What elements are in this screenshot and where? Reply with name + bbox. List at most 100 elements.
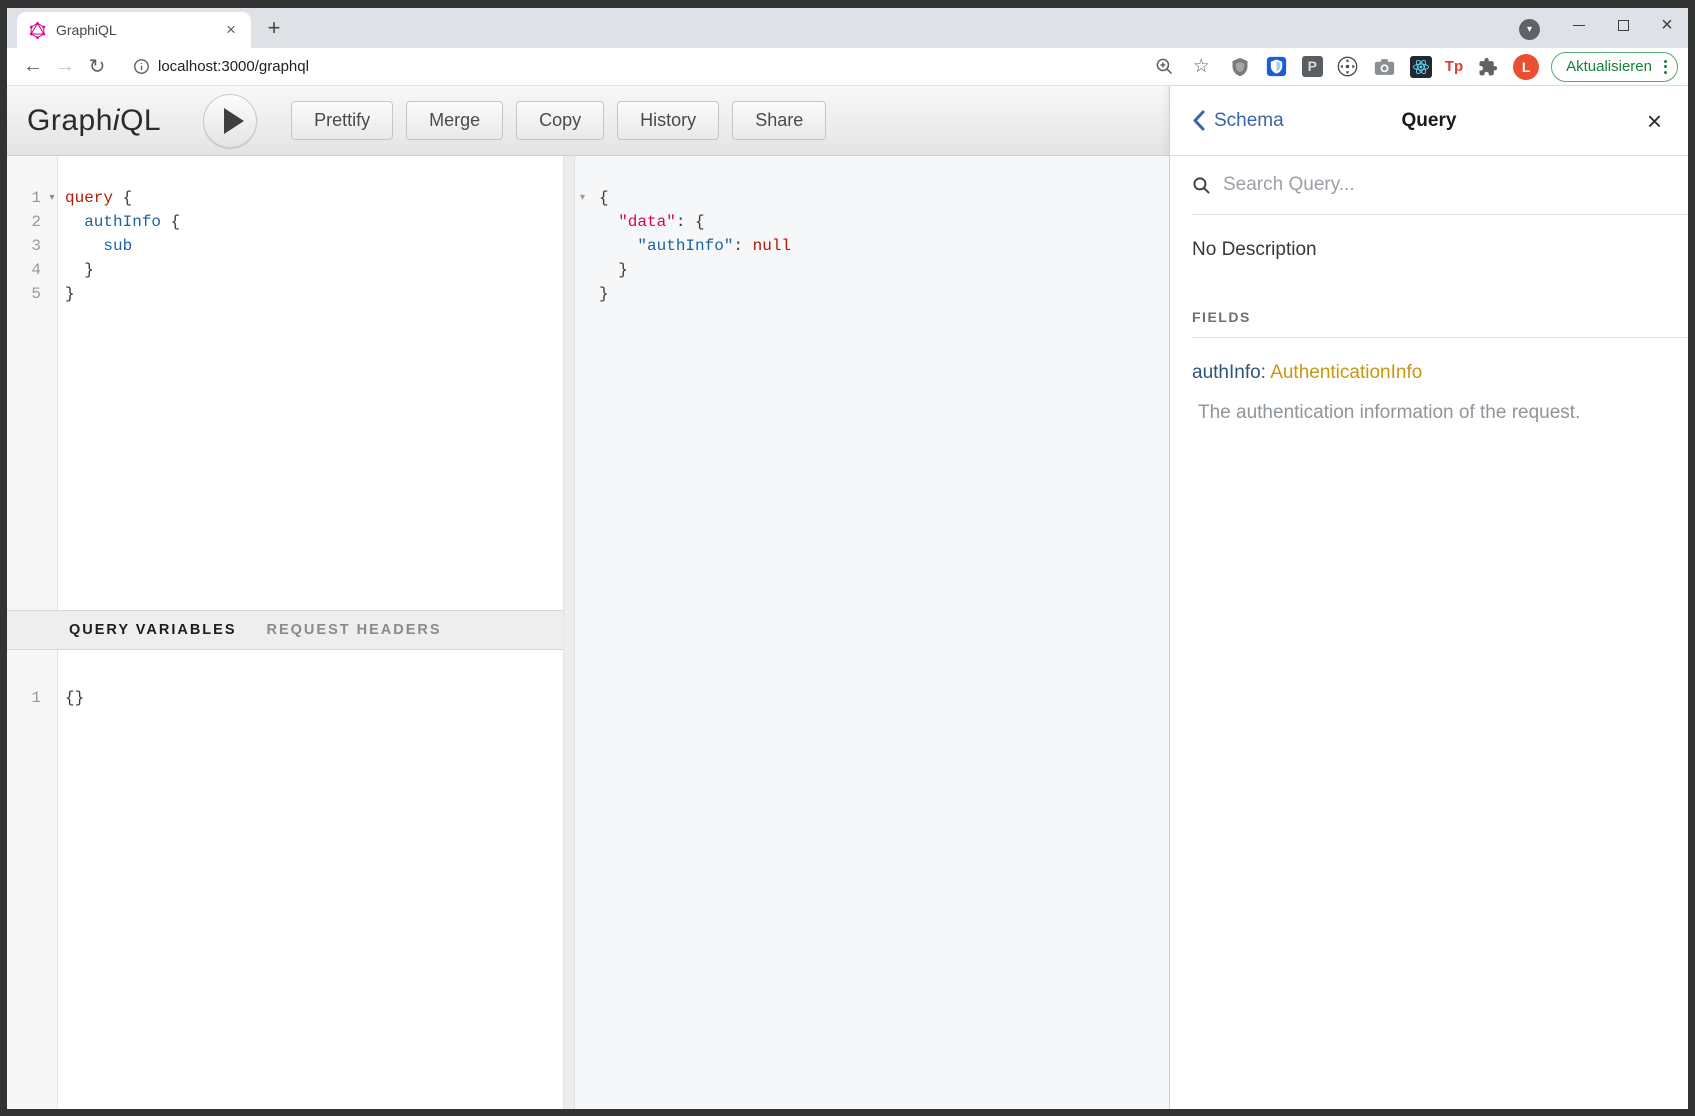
code-line: } (575, 282, 1169, 306)
play-icon (224, 108, 244, 134)
code-line: "data": { (575, 210, 1169, 234)
fold-gutter (41, 258, 63, 282)
code-line: 3 sub (7, 234, 563, 258)
tab-query-variables[interactable]: QUERY VARIABLES (69, 622, 237, 638)
field-name-link[interactable]: authInfo (1192, 362, 1261, 383)
prettify-button[interactable]: Prettify (291, 101, 393, 140)
field-description: The authentication information of the re… (1192, 402, 1666, 424)
extensions-area: P (1228, 54, 1539, 80)
type-description: No Description (1192, 239, 1666, 261)
tp-extension-icon[interactable]: Tp (1445, 58, 1463, 75)
history-button[interactable]: History (617, 101, 719, 140)
p-extension-icon[interactable]: P (1302, 56, 1323, 77)
graphql-favicon-icon (29, 22, 46, 39)
update-browser-button[interactable]: Aktualisieren (1551, 52, 1678, 82)
code-line: { (575, 186, 1169, 210)
fold-gutter (41, 210, 63, 234)
bookmark-star-icon[interactable]: ☆ (1193, 55, 1210, 78)
window-close-button[interactable]: × (1652, 11, 1682, 39)
reload-icon[interactable]: ↻ (81, 54, 113, 79)
line-number: 2 (7, 210, 41, 234)
browser-chrome: GraphiQL × + ▾ × ← → ↻ localh (7, 8, 1688, 1109)
doc-explorer: Schema Query × No Description FIELDS (1169, 86, 1688, 1109)
line-number: 3 (7, 234, 41, 258)
doc-explorer-content: No Description FIELDS authInfo: Authenti… (1170, 215, 1688, 424)
fold-gutter (41, 282, 63, 306)
doc-search-input[interactable] (1221, 173, 1618, 197)
url-text[interactable]: localhost:3000/graphql (158, 58, 1153, 75)
code-text: sub (63, 234, 132, 258)
code-line: "authInfo": null (575, 234, 1169, 258)
address-bar[interactable]: localhost:3000/graphql ☆ (119, 52, 1220, 82)
secondary-editor-tabs: QUERY VARIABLES REQUEST HEADERS (7, 610, 563, 650)
merge-button[interactable]: Merge (406, 101, 503, 140)
code-text: } (63, 282, 75, 306)
fields-category-title: FIELDS (1192, 309, 1688, 338)
tab-request-headers[interactable]: REQUEST HEADERS (267, 622, 442, 638)
extensions-puzzle-icon[interactable] (1476, 55, 1500, 79)
doc-back-link[interactable]: Schema (1192, 110, 1284, 132)
ublock-extension-icon[interactable] (1228, 55, 1252, 79)
doc-search-row (1192, 156, 1688, 215)
line-number: 1 (7, 186, 41, 210)
graphiql-app: GraphiQL Prettify Merge Copy History Sha… (7, 86, 1688, 1109)
doc-back-label: Schema (1214, 110, 1284, 132)
line-number: 5 (7, 282, 41, 306)
screenshot-camera-extension-icon[interactable] (1373, 55, 1397, 79)
zoom-level-icon[interactable] (1153, 55, 1177, 79)
code-text: "data": { (575, 210, 705, 234)
tab-search-icon[interactable]: ▾ (1519, 19, 1540, 40)
search-icon (1192, 176, 1211, 195)
pane-resize-handle[interactable] (563, 156, 575, 1109)
result-viewer[interactable]: ▾ { "data": { "authInfo": null }} (575, 156, 1169, 1109)
chevron-left-icon (1192, 110, 1205, 131)
window-minimize-button[interactable] (1564, 11, 1594, 39)
browser-tab-graphiql[interactable]: GraphiQL × (17, 12, 251, 48)
fold-gutter (41, 234, 63, 258)
forward-icon[interactable]: → (49, 55, 81, 78)
fold-gutter (41, 686, 63, 710)
update-browser-label: Aktualisieren (1566, 58, 1652, 75)
code-text: { (575, 186, 609, 210)
browser-toolbar: ← → ↻ localhost:3000/graphql (7, 48, 1688, 86)
code-text: } (575, 282, 609, 306)
execute-query-button[interactable] (203, 94, 257, 148)
tab-close-icon[interactable]: × (221, 20, 241, 40)
field-item: authInfo: AuthenticationInfo (1192, 362, 1666, 384)
query-variables-editor[interactable]: 1 {} (7, 650, 563, 1110)
code-line: 5} (7, 282, 563, 306)
code-text: } (63, 258, 94, 282)
copy-button[interactable]: Copy (516, 101, 604, 140)
profile-avatar[interactable]: L (1513, 54, 1539, 80)
tab-title: GraphiQL (56, 22, 221, 38)
move-tool-extension-icon[interactable] (1336, 55, 1360, 79)
code-line: 1▾query { (7, 186, 563, 210)
code-line: 1 {} (7, 686, 563, 710)
back-icon[interactable]: ← (17, 55, 49, 78)
bitwarden-extension-icon[interactable] (1265, 55, 1289, 79)
code-text: authInfo { (63, 210, 180, 234)
fold-icon[interactable]: ▾ (41, 186, 63, 210)
code-text: query { (63, 186, 132, 210)
type-name-link[interactable]: AuthenticationInfo (1270, 362, 1422, 383)
query-editor[interactable]: 1▾query {2 authInfo {3 sub4 }5} (7, 156, 563, 610)
new-tab-button[interactable]: + (259, 14, 289, 44)
window-maximize-button[interactable] (1608, 11, 1638, 39)
doc-explorer-header: Schema Query × (1170, 86, 1688, 156)
page-info-icon[interactable] (133, 58, 150, 75)
code-text: } (575, 258, 628, 282)
code-line: 4 } (7, 258, 563, 282)
react-devtools-extension-icon[interactable] (1410, 56, 1432, 78)
line-number: 1 (7, 686, 41, 710)
tab-strip: GraphiQL × + ▾ × (7, 8, 1688, 48)
browser-window: GraphiQL × + ▾ × ← → ↻ localh (0, 0, 1695, 1116)
code-line: 2 authInfo { (7, 210, 563, 234)
doc-close-icon[interactable]: × (1647, 108, 1662, 134)
graphiql-topbar: GraphiQL Prettify Merge Copy History Sha… (7, 86, 1169, 156)
share-button[interactable]: Share (732, 101, 826, 140)
line-number: 4 (7, 258, 41, 282)
code-line: } (575, 258, 1169, 282)
code-text: "authInfo": null (575, 234, 791, 258)
browser-menu-kebab-icon[interactable] (1660, 60, 1671, 74)
code-text: {} (63, 686, 84, 710)
